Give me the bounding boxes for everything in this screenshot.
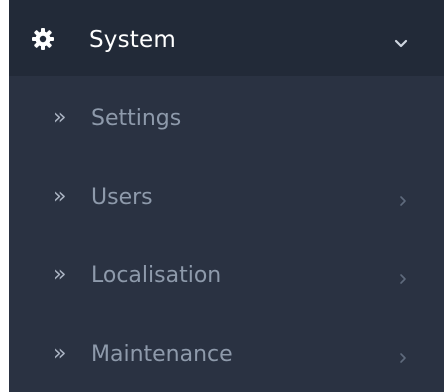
chevron-right-icon [399,192,407,206]
chevron-right-icon [399,270,407,284]
double-chevron-icon: » [53,341,67,366]
menu-system-toggle[interactable]: System [9,0,444,76]
menu-item-localisation[interactable]: » Localisation [9,245,444,305]
menu-item-settings[interactable]: » Settings [9,88,444,148]
menu-item-maintenance[interactable]: » Maintenance [9,324,444,384]
double-chevron-icon: » [53,262,67,287]
menu-item-label: Users [91,185,153,210]
double-chevron-icon: » [53,184,67,209]
sidebar-menu: System » Settings » Users » Localisation… [9,0,444,392]
chevron-right-icon [399,349,407,363]
gear-icon [31,27,55,51]
menu-item-label: Settings [91,106,182,131]
menu-section-title: System [89,27,176,53]
menu-item-label: Maintenance [91,342,233,367]
double-chevron-icon: » [53,105,67,130]
chevron-down-icon [394,34,408,48]
menu-item-label: Localisation [91,263,222,288]
menu-item-users[interactable]: » Users [9,167,444,227]
